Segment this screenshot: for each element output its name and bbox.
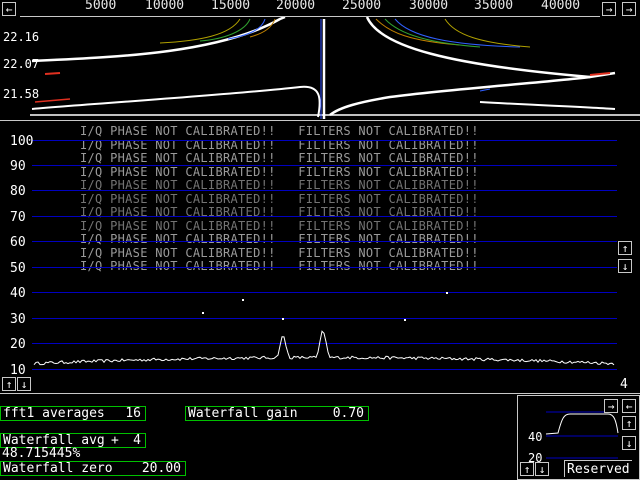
spectrum-scale-up-button[interactable]: ↑ [618, 241, 632, 255]
waterfall-avg-value: 4 [133, 433, 141, 448]
filter-left-button[interactable]: ← [622, 399, 636, 413]
freq-label: 35000 [474, 0, 514, 13]
zoom-right-button[interactable]: → [622, 2, 636, 16]
reserved-button[interactable]: Reserved [564, 460, 632, 477]
filter-shape-window[interactable]: 40 20 → ← ↑ ↓ ↑ ↓ Reserved [517, 395, 640, 480]
waterfall-zero-box[interactable]: Waterfall zero 20.00 [0, 461, 186, 476]
waterfall-time-label: 22.16 [3, 30, 40, 44]
fft1-averages-box[interactable]: fft1 averages 16 [0, 406, 146, 421]
spectrum-corner-value: 4 [620, 377, 628, 392]
spectrum-scale-down-button[interactable]: ↓ [618, 259, 632, 273]
waterfall-time-label: 21.58 [3, 87, 40, 101]
filter-level-up-button[interactable]: ↑ [520, 462, 534, 476]
freq-label: 30000 [409, 0, 449, 13]
waterfall-gain-label: Waterfall gain [188, 406, 298, 421]
filter-down-button[interactable]: ↓ [622, 436, 636, 450]
divider [0, 393, 640, 394]
filter-right-button[interactable]: → [604, 399, 618, 413]
spectrum-level-up-button[interactable]: ↑ [2, 377, 16, 391]
waterfall-display[interactable]: 22.16 22.07 21.58 [0, 15, 640, 120]
scroll-left-button[interactable]: ← [2, 2, 16, 16]
freq-label: 40000 [541, 0, 581, 13]
freq-label: 25000 [342, 0, 382, 13]
spectrum-trace [33, 292, 615, 366]
waterfall-time-label: 22.07 [3, 57, 40, 71]
scroll-right-button[interactable]: → [602, 2, 616, 16]
waterfall-zero-label: Waterfall zero [3, 461, 113, 476]
spectrum-level-down-button[interactable]: ↓ [17, 377, 31, 391]
waterfall-graph [30, 15, 640, 119]
fft1-averages-label: fft1 averages [3, 406, 105, 421]
filter-level-down-button[interactable]: ↓ [535, 462, 549, 476]
freq-label: 15000 [211, 0, 251, 13]
frequency-axis: 5000 10000 15000 20000 25000 30000 35000… [20, 0, 600, 17]
cursor-cross-icon: + [111, 433, 119, 448]
freq-label: 10000 [145, 0, 185, 13]
freq-label: 20000 [276, 0, 316, 13]
percent-readout: 48.715445% [2, 446, 81, 461]
waterfall-gain-box[interactable]: Waterfall gain 0.70 [185, 406, 369, 421]
waterfall-zero-value: 20.00 [141, 461, 181, 476]
spectrum-display[interactable]: I/Q PHASE NOT CALIBRATED!! FILTERS NOT C… [0, 121, 640, 393]
fft1-averages-value: 16 [125, 406, 141, 421]
filter-level-label: 40 [528, 430, 543, 444]
filter-up-button[interactable]: ↑ [622, 416, 636, 430]
waterfall-gain-value: 0.70 [332, 406, 364, 421]
freq-label: 5000 [85, 0, 117, 13]
